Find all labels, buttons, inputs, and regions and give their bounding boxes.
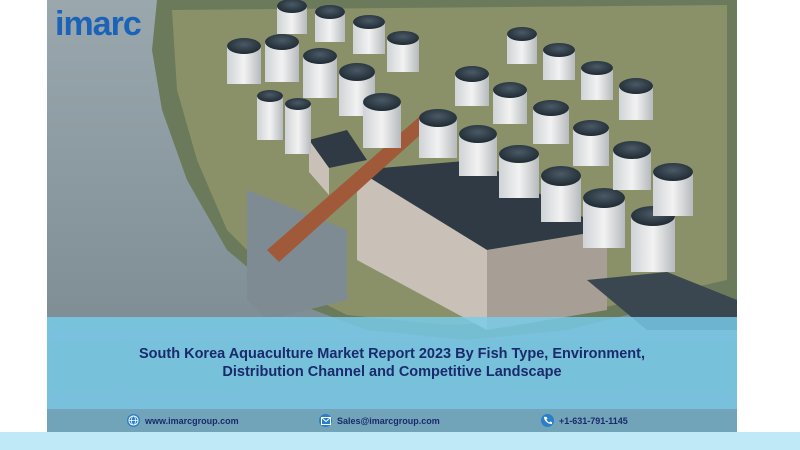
website-text: www.imarcgroup.com — [145, 415, 239, 426]
contact-bar: www.imarcgroup.com Sales@imarcgroup.com … — [47, 409, 737, 432]
email-icon — [319, 414, 332, 427]
website-contact[interactable]: www.imarcgroup.com — [127, 409, 239, 432]
report-banner: imarc South Korea Aquaculture Market Rep… — [47, 0, 737, 432]
email-text: Sales@imarcgroup.com — [337, 415, 440, 426]
phone-icon — [541, 414, 554, 427]
logo-text: imarc — [55, 5, 142, 43]
email-contact[interactable]: Sales@imarcgroup.com — [319, 409, 440, 432]
phone-contact[interactable]: +1-631-791-1145 — [541, 409, 628, 432]
report-title-line-2: Distribution Channel and Competitive Lan… — [222, 364, 562, 380]
phone-text: +1-631-791-1145 — [559, 415, 628, 426]
title-panel: South Korea Aquaculture Market Report 20… — [47, 317, 737, 409]
report-title-line-1: South Korea Aquaculture Market Report 20… — [139, 346, 645, 362]
globe-icon — [127, 414, 140, 427]
bottom-strip — [0, 432, 800, 450]
imarc-logo[interactable]: imarc — [55, 4, 142, 44]
